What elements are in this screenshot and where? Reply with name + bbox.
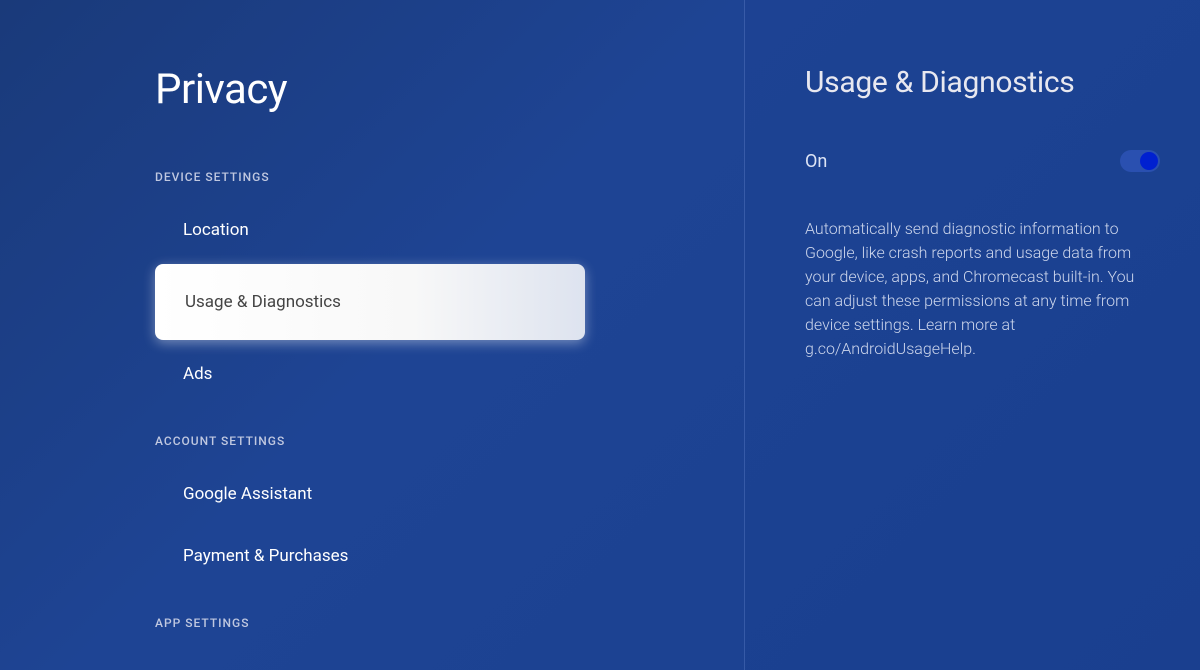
detail-panel: Usage & Diagnostics On Automatically sen…: [744, 0, 1200, 670]
menu-item-location[interactable]: Location: [155, 202, 744, 258]
detail-description: Automatically send diagnostic informatio…: [805, 217, 1160, 361]
toggle-label: On: [805, 151, 827, 172]
menu-item-usage-diagnostics[interactable]: Usage & Diagnostics: [155, 264, 585, 340]
menu-list: DEVICE SETTINGS Location Usage & Diagnos…: [155, 162, 744, 648]
page-title: Privacy: [155, 65, 744, 114]
privacy-menu-panel: Privacy DEVICE SETTINGS Location Usage &…: [0, 0, 744, 670]
menu-item-payment-purchases[interactable]: Payment & Purchases: [155, 528, 744, 584]
toggle-knob-icon: [1140, 152, 1158, 170]
section-header-account: ACCOUNT SETTINGS: [155, 434, 744, 448]
detail-title: Usage & Diagnostics: [805, 65, 1160, 100]
menu-item-ads[interactable]: Ads: [155, 346, 744, 402]
section-header-app: APP SETTINGS: [155, 616, 744, 630]
toggle-row: On: [805, 150, 1160, 172]
section-header-device: DEVICE SETTINGS: [155, 170, 744, 184]
menu-item-google-assistant[interactable]: Google Assistant: [155, 466, 744, 522]
usage-diagnostics-toggle[interactable]: [1120, 150, 1160, 172]
